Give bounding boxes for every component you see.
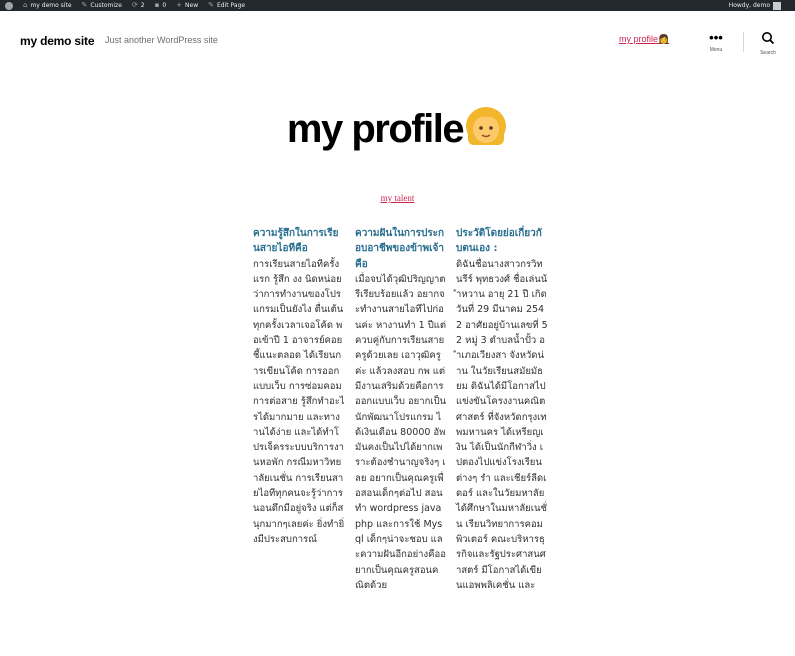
column-biography: ประวัติโดยย่อเกี่ยวกับตนเอง : ดิฉันชื่อน… [456,226,548,593]
admin-bar-left: ⌂ my demo site ✎ Customize ⟳ 2 ▪ 0 + New… [0,0,250,11]
edit-page-label: Edit Page [217,2,246,9]
nav-item-my-profile[interactable]: my profile👩 [619,34,669,45]
column-body: การเรียนสายไอทีครั้งแรก รู้สึก งง นิดหน่… [253,258,345,545]
plus-icon: + [176,1,183,9]
page-title: my profile [0,104,795,154]
search-label: Search [760,50,776,56]
talent-link[interactable]: my talent [381,193,415,203]
column-body: ดิฉันชื่อนางสาวกรวิทนรีร์ พุทธวงศ์ ชื่อเ… [456,258,548,591]
menu-label: Menu [709,47,723,53]
updates-count: 2 [140,2,145,9]
site-tagline: Just another WordPress site [105,35,218,45]
howdy-label: Howdy, demo [728,2,770,9]
column-career-dream: ความฝันในการประกอบอาชีพของข้าพเจ้าคือ เม… [355,226,447,593]
customize-label: Customize [90,2,122,9]
wordpress-icon [5,1,13,10]
search-button[interactable]: Search [753,31,783,56]
site-header: my demo site Just another WordPress site… [0,11,795,71]
header-divider [743,32,744,52]
woman-emoji-icon [466,107,507,145]
updates-button[interactable]: ⟳ 2 [127,0,150,11]
ellipsis-icon: ••• [709,30,723,45]
admin-bar: ⌂ my demo site ✎ Customize ⟳ 2 ▪ 0 + New… [0,0,795,11]
talent-link-wrapper: my talent [0,193,795,203]
site-title[interactable]: my demo site [20,34,94,48]
new-content-button[interactable]: + New [171,0,203,11]
wordpress-logo-button[interactable] [0,0,18,11]
edit-page-button[interactable]: ✎ Edit Page [203,0,250,11]
new-label: New [185,2,199,9]
column-it-feelings: ความรู้สึกในการเรียนสายไอทีคือ การเรียนส… [253,226,345,547]
menu-button[interactable]: ••• Menu [701,30,731,54]
site-name-label: my demo site [30,2,72,9]
customize-button[interactable]: ✎ Customize [77,0,127,11]
avatar [773,1,781,10]
search-icon [753,31,783,48]
brush-icon: ✎ [81,1,88,9]
account-menu[interactable]: Howdy, demo [728,1,795,10]
woman-emoji-icon: 👩 [658,34,670,44]
column-heading: ความรู้สึกในการเรียนสายไอทีคือ [253,228,339,255]
comments-button[interactable]: ▪ 0 [150,0,172,11]
nav-item-label: my profile [619,34,659,44]
comments-count: 0 [162,2,167,9]
page-title-text: my profile [286,107,465,151]
home-icon: ⌂ [23,1,28,9]
pencil-icon: ✎ [208,1,215,9]
column-body: เมื่อจบได้วุฒิปริญญาตรีเรียบร้อยแล้ว อยา… [355,273,447,591]
comment-icon: ▪ [154,1,160,9]
site-name-button[interactable]: ⌂ my demo site [18,0,77,11]
updates-icon: ⟳ [131,1,138,9]
column-heading: ความฝันในการประกอบอาชีพของข้าพเจ้าคือ [355,228,445,270]
column-heading: ประวัติโดยย่อเกี่ยวกับตนเอง : [456,228,542,255]
